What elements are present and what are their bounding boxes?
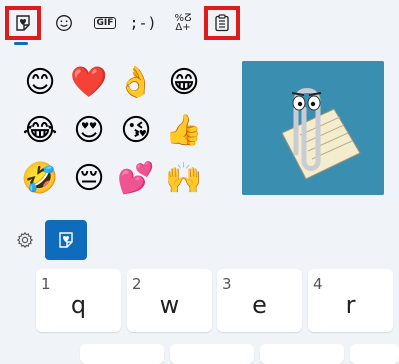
keyboard-rows: 1 q 2 w 3 e 4 r xyxy=(0,267,399,364)
smiley-icon xyxy=(56,15,72,31)
heart-sticker-icon xyxy=(16,15,30,31)
gif-label: GIF xyxy=(93,17,117,29)
emoji-grinning-face[interactable]: 😁 xyxy=(164,63,204,103)
emoji-thumbs-up[interactable]: 👍 xyxy=(164,111,204,151)
key-char: w xyxy=(159,291,180,319)
key-r[interactable]: 4 r xyxy=(308,269,393,332)
tab-symbols[interactable]: %ⵒ Δ+ xyxy=(165,6,201,40)
tab-clipboard[interactable] xyxy=(204,6,240,40)
settings-gear-icon[interactable] xyxy=(14,229,36,251)
emoji-ok-hand[interactable]: 👌 xyxy=(116,63,156,103)
key-char: q xyxy=(70,291,87,319)
key-char: r xyxy=(345,291,356,319)
kaomoji-label: ;-) xyxy=(129,14,157,32)
key-row2-d[interactable] xyxy=(350,344,399,364)
key-e[interactable]: 3 e xyxy=(217,269,302,332)
clippy-image xyxy=(242,61,384,195)
emoji-heart-eyes[interactable]: 😍 xyxy=(69,111,109,151)
key-row2-c[interactable] xyxy=(260,344,344,364)
key-w[interactable]: 2 w xyxy=(127,269,212,332)
key-row2-a[interactable] xyxy=(80,344,164,364)
key-q[interactable]: 1 q xyxy=(36,269,121,332)
category-tab-bar: GIF ;-) %ⵒ Δ+ xyxy=(0,0,399,46)
key-char: e xyxy=(252,291,267,319)
emoji-pensive[interactable]: 😔 xyxy=(69,159,109,199)
active-tab-indicator xyxy=(14,42,28,45)
stickers-category-button[interactable] xyxy=(45,220,87,260)
tab-stickers[interactable] xyxy=(5,6,41,40)
tab-kaomoji[interactable]: ;-) xyxy=(125,6,161,40)
heart-sticker-icon xyxy=(59,232,73,248)
emoji-tears-of-joy[interactable]: 😂 xyxy=(20,111,60,151)
emoji-two-hearts[interactable]: 💕 xyxy=(116,159,156,199)
clipboard-icon xyxy=(215,14,229,32)
tab-gif[interactable]: GIF xyxy=(87,6,123,40)
symbols-icon: %ⵒ Δ+ xyxy=(174,13,192,33)
emoji-kiss[interactable]: 😘 xyxy=(116,111,156,151)
emoji-smiling-face[interactable]: 😊 xyxy=(20,63,60,103)
key-row2-b[interactable] xyxy=(170,344,254,364)
gif-thumbnail[interactable] xyxy=(242,61,384,195)
tab-emoji[interactable] xyxy=(46,6,82,40)
emoji-rofl[interactable]: 🤣 xyxy=(20,159,60,199)
emoji-red-heart[interactable]: ❤️ xyxy=(69,63,109,103)
emoji-raising-hands[interactable]: 🙌 xyxy=(164,159,204,199)
